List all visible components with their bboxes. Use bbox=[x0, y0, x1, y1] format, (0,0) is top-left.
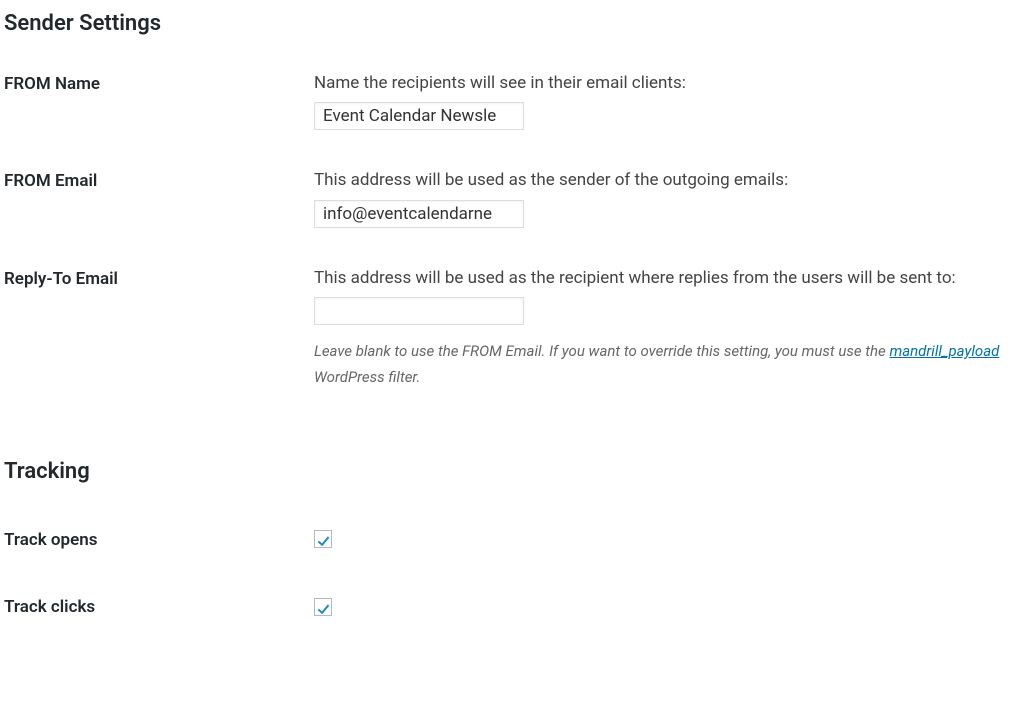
from-name-cell: Name the recipients will see in their em… bbox=[314, 53, 1010, 151]
sender-settings-table: FROM Name Name the recipients will see i… bbox=[4, 53, 1010, 411]
track-opens-label: Track opens bbox=[4, 507, 314, 575]
track-clicks-label: Track clicks bbox=[4, 574, 314, 642]
from-email-cell: This address will be used as the sender … bbox=[314, 150, 1010, 248]
reply-to-help-prefix: Leave blank to use the FROM Email. If yo… bbox=[314, 342, 889, 360]
track-opens-checkbox[interactable] bbox=[314, 530, 332, 548]
tracking-heading: Tracking bbox=[4, 458, 1010, 487]
from-name-input[interactable] bbox=[314, 102, 524, 130]
track-clicks-cell bbox=[314, 574, 1010, 642]
track-clicks-row: Track clicks bbox=[4, 574, 1010, 642]
reply-to-label: Reply-To Email bbox=[4, 248, 314, 411]
reply-to-description: This address will be used as the recipie… bbox=[314, 266, 1000, 292]
tracking-table: Track opens Track clicks bbox=[4, 507, 1010, 642]
from-email-input[interactable] bbox=[314, 200, 524, 228]
reply-to-input[interactable] bbox=[314, 297, 524, 325]
reply-to-help-suffix: WordPress filter. bbox=[314, 368, 420, 386]
from-name-label: FROM Name bbox=[4, 53, 314, 151]
settings-wrap: Sender Settings FROM Name Name the recip… bbox=[0, 0, 1024, 642]
mandrill-payload-link[interactable]: mandrill_payload bbox=[889, 342, 999, 360]
sender-settings-heading: Sender Settings bbox=[4, 10, 1010, 39]
track-opens-cell bbox=[314, 507, 1010, 575]
from-email-description: This address will be used as the sender … bbox=[314, 168, 1000, 194]
track-opens-row: Track opens bbox=[4, 507, 1010, 575]
reply-to-row: Reply-To Email This address will be used… bbox=[4, 248, 1010, 411]
from-name-description: Name the recipients will see in their em… bbox=[314, 71, 1000, 97]
from-email-label: FROM Email bbox=[4, 150, 314, 248]
from-email-row: FROM Email This address will be used as … bbox=[4, 150, 1010, 248]
from-name-row: FROM Name Name the recipients will see i… bbox=[4, 53, 1010, 151]
track-clicks-checkbox[interactable] bbox=[314, 598, 332, 616]
reply-to-help: Leave blank to use the FROM Email. If yo… bbox=[314, 339, 1000, 390]
reply-to-cell: This address will be used as the recipie… bbox=[314, 248, 1010, 411]
